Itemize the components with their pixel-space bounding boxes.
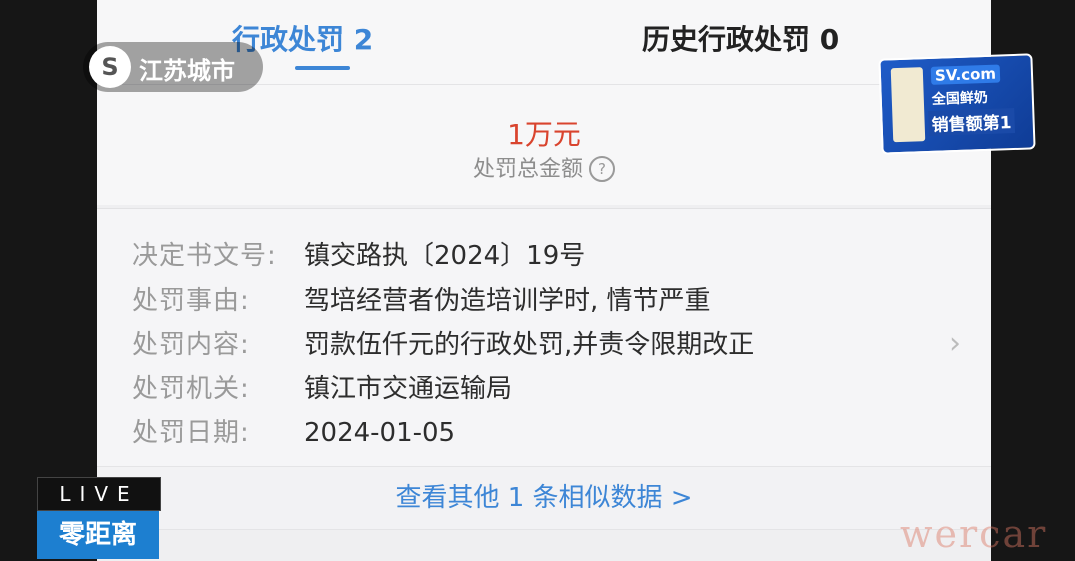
detail-label: 决定书文号:: [132, 241, 277, 271]
chevron-right-icon[interactable]: ›: [949, 326, 961, 361]
detail-value: 镇交路执〔2024〕19号: [304, 241, 586, 271]
tab-historical-penalty[interactable]: 历史行政处罚 0: [642, 18, 839, 58]
total-amount: 1万元: [507, 118, 581, 151]
penalty-detail-card[interactable]: 决定书文号: 镇交路执〔2024〕19号 处罚事由: 驾培经营者伪造培训学时, 情节…: [97, 208, 991, 467]
live-badge: LIVE 零距离: [37, 477, 161, 561]
detail-row-date: 处罚日期: 2024-01-05: [132, 412, 455, 452]
detail-value: 驾培经营者伪造培训学时, 情节严重: [304, 286, 711, 316]
ad-brand: SV.com: [930, 64, 1001, 85]
view-similar-data-link[interactable]: 查看其他 1 条相似数据 >: [97, 477, 991, 514]
detail-row-decision-number: 决定书文号: 镇交路执〔2024〕19号: [132, 235, 585, 275]
penalty-summary: 1万元 处罚总金额?: [97, 84, 991, 205]
help-icon[interactable]: ?: [589, 156, 615, 182]
channel-logo-text: 江苏城市: [139, 57, 235, 85]
detail-value: 2024-01-05: [304, 418, 456, 448]
detail-value: 镇江市交通运输局: [304, 374, 513, 404]
active-tab-indicator: [295, 66, 350, 70]
similar-data-bar: 查看其他 1 条相似数据 >: [97, 466, 991, 530]
detail-row-content: 处罚内容: 罚款伍仟元的行政处罚,并责令限期改正: [132, 324, 754, 364]
ad-line-1: 全国鲜奶: [931, 89, 989, 108]
total-amount-label-row: 处罚总金额?: [97, 151, 991, 183]
detail-label: 处罚事由:: [132, 286, 250, 316]
channel-logo-icon: S: [89, 46, 131, 88]
detail-row-authority: 处罚机关: 镇江市交通运输局: [132, 368, 512, 408]
total-amount-label: 处罚总金额: [472, 157, 583, 182]
advertisement-badge: SV.com 全国鲜奶 销售额第1: [878, 53, 1036, 155]
detail-label: 处罚日期:: [132, 418, 250, 448]
detail-label: 处罚内容:: [132, 330, 250, 360]
detail-row-reason: 处罚事由: 驾培经营者伪造培训学时, 情节严重: [132, 280, 711, 320]
milk-carton-icon: [890, 67, 926, 143]
live-label: LIVE: [37, 477, 161, 511]
ad-line-2: 销售额第1: [928, 108, 1015, 136]
detail-label: 处罚机关:: [132, 374, 250, 404]
watermark: wercar: [900, 512, 1048, 556]
program-name: 零距离: [37, 511, 159, 559]
detail-value: 罚款伍仟元的行政处罚,并责令限期改正: [304, 330, 755, 360]
channel-logo: S 江苏城市: [83, 42, 263, 92]
